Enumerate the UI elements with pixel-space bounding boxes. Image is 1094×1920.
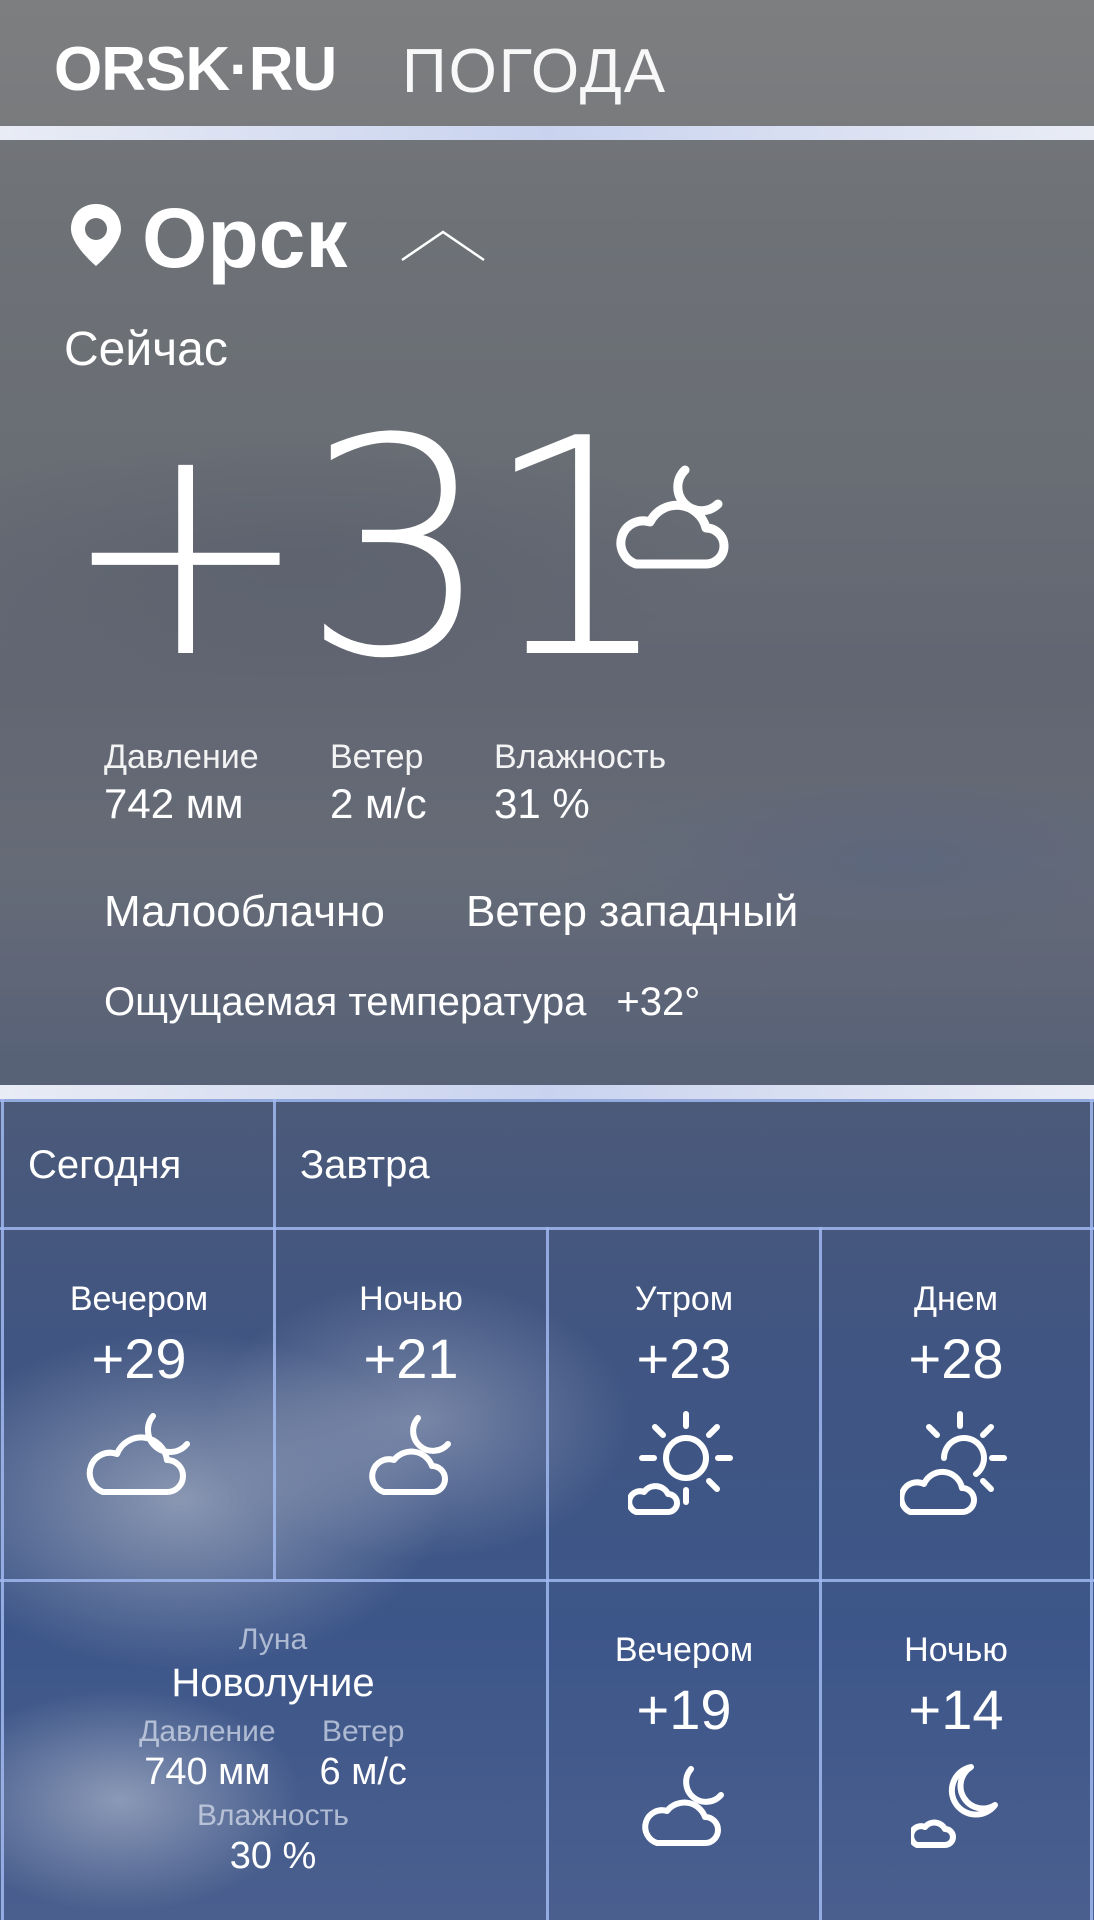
forecast-cell-morning: Утром +23 [549, 1278, 819, 1520]
panel-divider [0, 1085, 1094, 1099]
moon-pressure-value: 740 мм [144, 1751, 271, 1793]
forecast-period-label: Ночью [359, 1280, 463, 1318]
moon-pressure: Давление 740 мм [139, 1714, 275, 1794]
grid-line [1090, 1099, 1093, 1920]
humidity-value: 31 % [494, 780, 590, 827]
wind-value: 2 м/с [330, 780, 427, 827]
feels-like-value: +32° [616, 980, 701, 1024]
forecast-period-label: Вечером [69, 1280, 209, 1318]
sun-behind-cloud-icon [900, 1411, 1007, 1515]
city-name[interactable]: Орск [142, 188, 347, 288]
forecast-period-label: Днем [913, 1280, 999, 1318]
forecast-cell-night: Ночью +21 [276, 1278, 546, 1498]
forecast-cell-day: Днем +28 [822, 1278, 1090, 1520]
humidity-label: Влажность [494, 738, 667, 776]
forecast-period-label: Вечером [614, 1631, 754, 1669]
current-temperature: +31 [60, 375, 673, 724]
forecast-cell-tomorrow-night: Ночью +14 [822, 1629, 1090, 1849]
moon-wind-label: Ветер [321, 1715, 405, 1748]
moon-with-cloud-icon [911, 1764, 998, 1848]
forecast-period-label: Утром [634, 1280, 734, 1318]
forecast-temp: +21 [363, 1327, 459, 1390]
tab-today[interactable]: Сегодня [28, 1140, 181, 1190]
moon-pressure-label: Давление [139, 1715, 276, 1748]
condition-text: Малооблачно [104, 887, 385, 936]
moon-phase: Новолуние [171, 1661, 375, 1705]
moon-humidity-value: 30 % [229, 1835, 317, 1877]
grid-line [0, 1099, 1094, 1102]
site-logo[interactable]: ORSK·RU [54, 34, 337, 106]
header-divider [0, 126, 1094, 140]
forecast-cell-tomorrow-evening: Вечером +19 [549, 1629, 819, 1849]
sun-with-cloud-icon [628, 1411, 733, 1515]
feels-like-label: Ощущаемая температура [104, 980, 587, 1024]
feels-like: Ощущаемая температура +32° [104, 976, 700, 1028]
partly-cloudy-night-icon [642, 1766, 724, 1846]
wind-label: Ветер [330, 738, 424, 776]
partly-cloudy-night-icon [616, 465, 729, 569]
forecast-period-label: Ночью [904, 1631, 1008, 1669]
app-header: ORSK·RU ПОГОДА [0, 0, 1094, 126]
forecast-temp: +28 [908, 1327, 1004, 1390]
moon-humidity-label: Влажность [197, 1799, 349, 1832]
pressure-value: 742 мм [104, 780, 244, 827]
moon-wind: Ветер 6 м/с [320, 1714, 407, 1794]
wind-metric: Ветер 2 м/с [330, 736, 427, 830]
humidity-metric: Влажность 31 % [494, 736, 666, 830]
forecast-temp: +14 [908, 1678, 1004, 1741]
tab-tomorrow[interactable]: Завтра [300, 1140, 430, 1190]
partly-cloudy-night-icon [369, 1415, 451, 1495]
forecast-temp: +23 [636, 1327, 732, 1390]
moon-info: Луна Новолуние Давление 740 мм Ветер 6 м… [0, 1580, 546, 1920]
pressure-metric: Давление 742 мм [104, 736, 259, 830]
partly-cloudy-night-icon [86, 1413, 190, 1495]
pressure-label: Давление [104, 738, 259, 776]
chevron-up-icon[interactable] [400, 228, 486, 262]
location-pin-icon [71, 204, 121, 266]
section-title: ПОГОДА [402, 37, 668, 106]
moon-wind-value: 6 м/с [319, 1751, 407, 1793]
forecast-cell-evening: Вечером +29 [4, 1278, 274, 1498]
now-label: Сейчас [64, 323, 228, 376]
forecast-temp: +29 [91, 1327, 187, 1390]
wind-direction-text: Ветер западный [466, 887, 799, 936]
moon-label: Луна [238, 1623, 308, 1656]
forecast-temp: +19 [636, 1678, 732, 1741]
